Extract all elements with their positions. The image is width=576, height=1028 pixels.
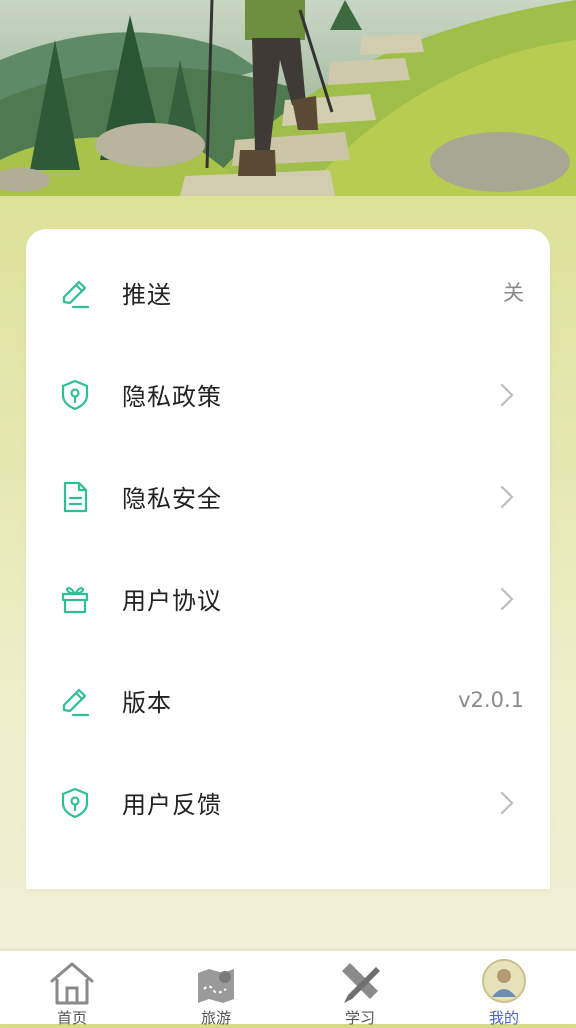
settings-item-version[interactable]: 版本 v2.0.1 [26,649,550,751]
chevron-right-icon [500,587,514,611]
map-icon [198,969,234,1003]
gift-icon [61,587,89,614]
tab-label: 首页 [56,1009,87,1027]
settings-item-push[interactable]: 推送 关 [26,241,550,343]
bottom-tab-bar: 首页 旅游 学习 我的 [0,951,576,1027]
tab-study[interactable]: 学习 [288,951,432,1027]
settings-item-feedback[interactable]: 用户反馈 [26,751,550,853]
pencil-icon [62,280,90,309]
shield-key-icon [61,787,89,819]
home-icon [50,962,94,1005]
tab-travel[interactable]: 旅游 [144,951,288,1027]
settings-item-label: 推送 [122,280,172,309]
tab-home[interactable]: 首页 [0,951,144,1027]
settings-item-label: 用户协议 [122,586,222,615]
tab-label: 我的 [488,1009,519,1027]
settings-item-label: 用户反馈 [122,790,222,819]
settings-item-privacy-policy[interactable]: 隐私政策 [26,343,550,445]
settings-item-label: 隐私政策 [122,382,222,411]
push-status-value: 关 [503,281,524,305]
tab-mine[interactable]: 我的 [432,951,576,1027]
settings-item-user-agreement[interactable]: 用户协议 [26,547,550,649]
document-icon [63,481,88,513]
hero-banner-image [0,0,576,196]
settings-item-label: 隐私安全 [122,484,222,513]
settings-item-privacy-security[interactable]: 隐私安全 [26,445,550,547]
avatar-icon [482,959,526,1003]
settings-item-label: 版本 [122,688,172,717]
pencil-ruler-icon [342,963,380,1003]
chevron-right-icon [500,383,514,407]
shield-key-icon [61,379,89,411]
tab-label: 旅游 [200,1009,231,1027]
tab-label: 学习 [344,1009,375,1027]
chevron-right-icon [500,485,514,509]
pencil-icon [62,688,90,717]
chevron-right-icon [500,791,514,815]
settings-card: 推送 关 隐私政策 隐私安全 用户协议 版本 v2.0.1 用户反馈 [26,229,550,889]
version-value: v2.0.1 [458,688,524,712]
